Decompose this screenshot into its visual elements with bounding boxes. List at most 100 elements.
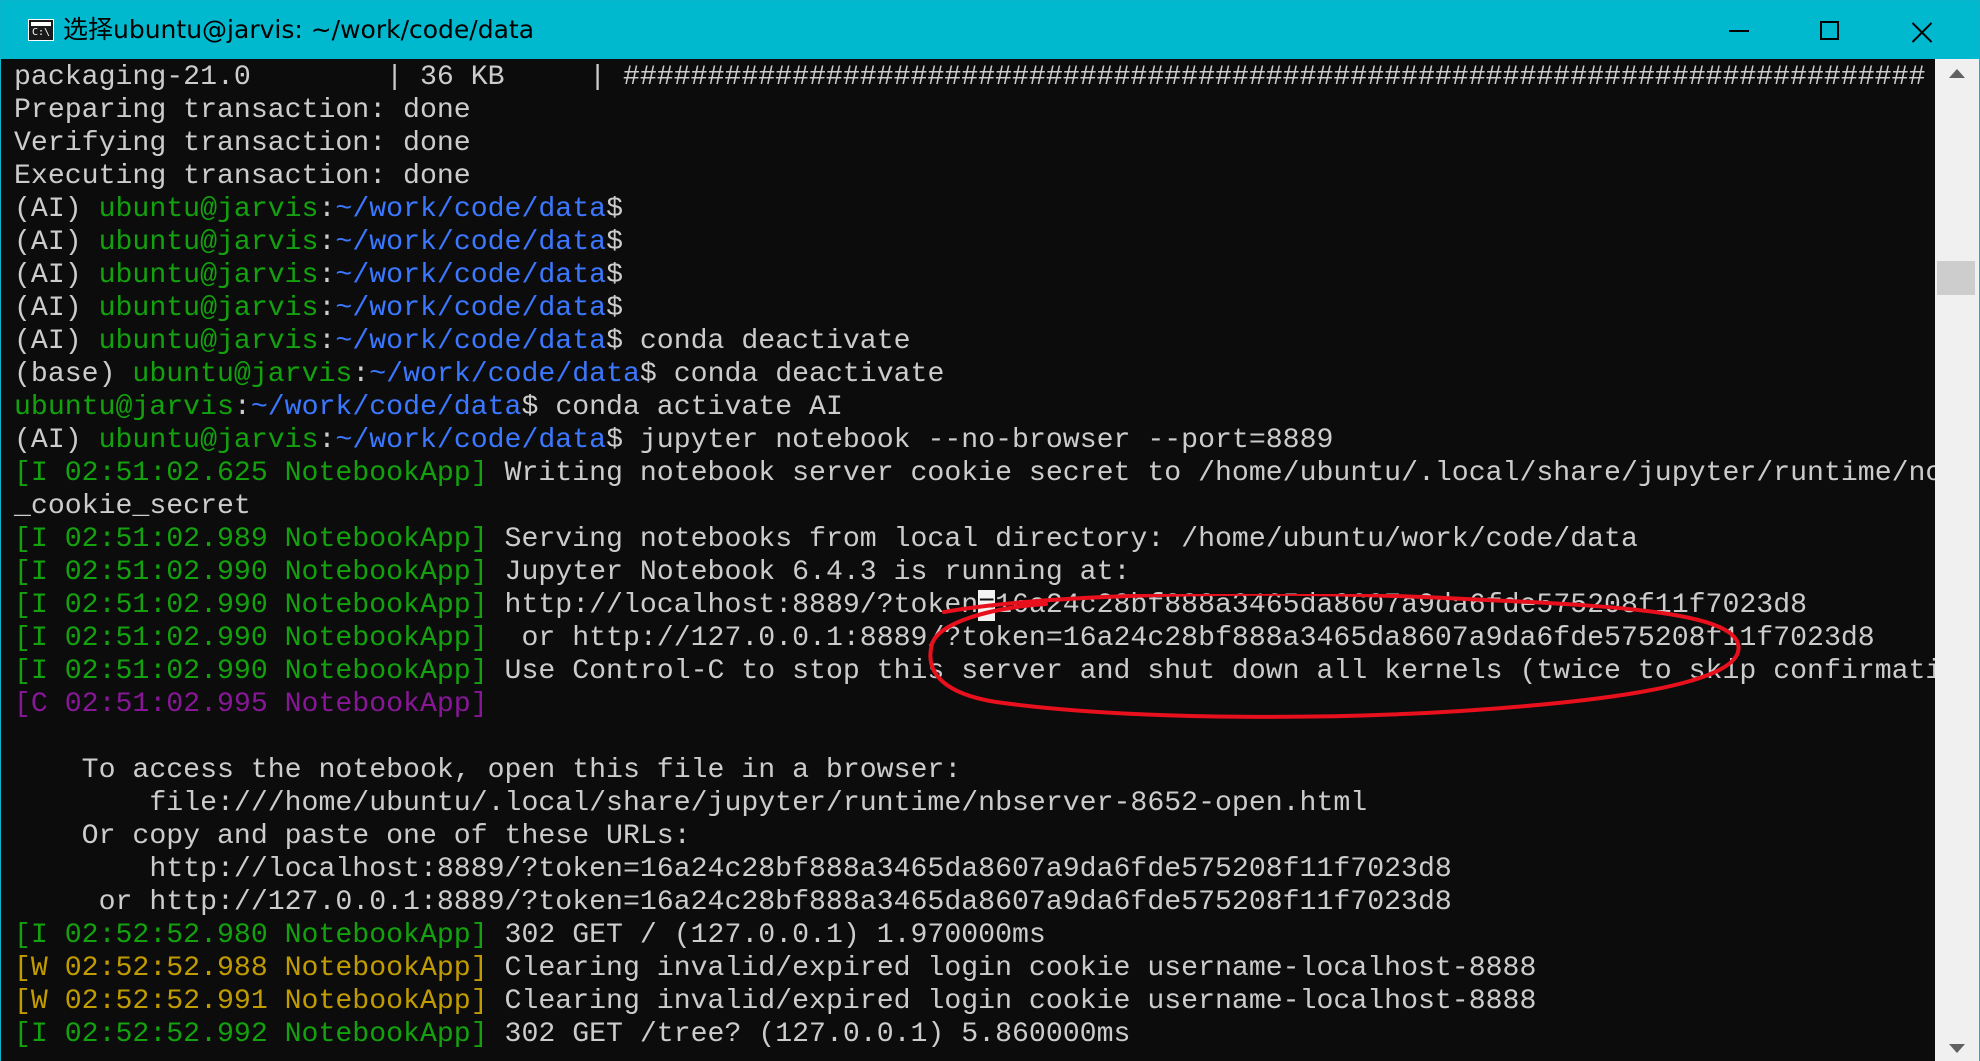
terminal-text: [W 02:52:52.988 NotebookApp] xyxy=(14,953,488,984)
close-button[interactable] xyxy=(1875,1,1967,59)
terminal-text: Clearing invalid/expired login cookie us… xyxy=(487,953,1537,984)
terminal-text: 16a24c28bf888a3465da8607a9da6fde575208f1… xyxy=(995,590,1808,621)
terminal-line: _cookie_secret xyxy=(14,490,1935,523)
terminal-text: 302 GET /tree? (127.0.0.1) 5.860000ms xyxy=(487,1019,1131,1050)
terminal-text: [W 02:52:52.991 NotebookApp] xyxy=(14,986,488,1017)
terminal-line: http://localhost:8889/?token=16a24c28bf8… xyxy=(14,853,1935,886)
scroll-up-arrow-icon[interactable] xyxy=(1949,69,1965,78)
terminal-text: (AI) xyxy=(14,260,99,291)
terminal-line: (AI) ubuntu@jarvis:~/work/code/data$ xyxy=(14,226,1935,259)
terminal-text: $ xyxy=(606,260,623,291)
terminal-line: ubuntu@jarvis:~/work/code/data$ conda ac… xyxy=(14,391,1935,424)
terminal-text: ubuntu@jarvis xyxy=(98,293,319,324)
maximize-button[interactable] xyxy=(1783,1,1875,59)
terminal-text: _cookie_secret xyxy=(14,491,251,522)
window-title: 选择ubuntu@jarvis: ~/work/code/data xyxy=(63,15,535,44)
terminal-text: ~/work/code/data xyxy=(335,293,607,324)
terminal-text: : xyxy=(318,425,336,456)
scroll-thumb[interactable] xyxy=(1937,261,1975,295)
terminal-text: file:///home/ubuntu/.local/share/jupyter… xyxy=(14,788,1368,819)
terminal-text: ubuntu@jarvis xyxy=(98,425,319,456)
title-bar[interactable]: C:\ 选择ubuntu@jarvis: ~/work/code/data xyxy=(1,1,1979,59)
terminal-text: (AI) xyxy=(14,227,99,258)
terminal-text: ubuntu@jarvis xyxy=(98,194,319,225)
minimize-button[interactable] xyxy=(1691,1,1783,59)
terminal-text: 302 GET / (127.0.0.1) 1.970000ms xyxy=(487,920,1046,951)
terminal-window: C:\ 选择ubuntu@jarvis: ~/work/code/data pa… xyxy=(0,0,1980,1061)
terminal-text: : xyxy=(233,392,251,423)
terminal-line: [W 02:52:52.991 NotebookApp] Clearing in… xyxy=(14,985,1935,1018)
vertical-scrollbar[interactable] xyxy=(1935,59,1979,1061)
terminal-text: (AI) xyxy=(14,194,99,225)
terminal-text: ~/work/code/data xyxy=(335,260,607,291)
terminal-line: (AI) ubuntu@jarvis:~/work/code/data$ xyxy=(14,259,1935,292)
terminal-text: ~/work/code/data xyxy=(335,326,607,357)
terminal-text: Jupyter Notebook 6.4.3 is running at: xyxy=(487,557,1131,588)
terminal-text: $ xyxy=(606,194,623,225)
terminal-text: $ conda deactivate xyxy=(639,359,945,390)
terminal-line: [I 02:52:52.992 NotebookApp] 302 GET /tr… xyxy=(14,1018,1935,1051)
terminal-line: (AI) ubuntu@jarvis:~/work/code/data$ xyxy=(14,193,1935,226)
terminal-text: $ xyxy=(606,227,623,258)
terminal-text: : xyxy=(318,227,336,258)
terminal-text: $ conda deactivate xyxy=(606,326,911,357)
terminal-line: file:///home/ubuntu/.local/share/jupyter… xyxy=(14,787,1935,820)
terminal-text: Executing transaction: done xyxy=(14,161,471,192)
terminal-text: [I 02:51:02.990 NotebookApp] xyxy=(14,656,488,687)
terminal-text: : xyxy=(318,260,336,291)
terminal-output[interactable]: packaging-21.0 | 36 KB | ###############… xyxy=(1,59,1935,1061)
terminal-line: (base) ubuntu@jarvis:~/work/code/data$ c… xyxy=(14,358,1935,391)
terminal-text: Use Control-C to stop this server and sh… xyxy=(487,656,1935,687)
terminal-text: ~/work/code/data xyxy=(335,227,607,258)
terminal-text: http://localhost:8889/?token xyxy=(487,590,979,621)
terminal-text: $ xyxy=(606,293,623,324)
terminal-text: Clearing invalid/expired login cookie us… xyxy=(487,986,1537,1017)
terminal-text: $ conda activate AI xyxy=(521,392,843,423)
terminal-line: [I 02:51:02.990 NotebookApp] Jupyter Not… xyxy=(14,556,1935,589)
terminal-text: [C 02:51:02.995 NotebookApp] xyxy=(14,689,488,720)
terminal-text: ubuntu@jarvis xyxy=(98,326,319,357)
terminal-text: : xyxy=(318,194,336,225)
terminal-text: or http://127.0.0.1:8889/?token=16a24c28… xyxy=(14,887,1452,918)
minimize-icon xyxy=(1729,30,1749,32)
terminal-line: (AI) ubuntu@jarvis:~/work/code/data$ jup… xyxy=(14,424,1935,457)
terminal-line: To access the notebook, open this file i… xyxy=(14,754,1935,787)
terminal-line: Executing transaction: done xyxy=(14,160,1935,193)
terminal-text: ubuntu@jarvis xyxy=(98,227,319,258)
terminal-text: $ jupyter notebook --no-browser --port=8… xyxy=(606,425,1334,456)
text-cursor: = xyxy=(978,590,996,621)
terminal-text: (AI) xyxy=(14,326,99,357)
terminal-text: [I 02:51:02.990 NotebookApp] xyxy=(14,557,488,588)
terminal-text: (base) xyxy=(14,359,133,390)
terminal-line: packaging-21.0 | 36 KB | ###############… xyxy=(14,61,1935,94)
console-app-icon-label: C:\ xyxy=(32,27,51,38)
terminal-text: : xyxy=(318,326,336,357)
terminal-text: Preparing transaction: done xyxy=(14,95,471,126)
terminal-text: (AI) xyxy=(14,425,99,456)
terminal-text: [I 02:52:52.980 NotebookApp] xyxy=(14,920,488,951)
terminal-text: Or copy and paste one of these URLs: xyxy=(14,821,691,852)
terminal-text: http://localhost:8889/?token=16a24c28bf8… xyxy=(14,854,1452,885)
maximize-icon xyxy=(1820,21,1839,40)
terminal-text: (AI) xyxy=(14,293,99,324)
terminal-text: Verifying transaction: done xyxy=(14,128,471,159)
terminal-text: [I 02:51:02.989 NotebookApp] xyxy=(14,524,488,555)
terminal-lines: packaging-21.0 | 36 KB | ###############… xyxy=(14,61,1935,1051)
terminal-line: [C 02:51:02.995 NotebookApp] xyxy=(14,688,1935,721)
console-app-icon[interactable]: C:\ xyxy=(28,19,54,41)
terminal-text: Serving notebooks from local directory: … xyxy=(487,524,1638,555)
terminal-text: To access the notebook, open this file i… xyxy=(14,755,962,786)
terminal-line: [I 02:51:02.990 NotebookApp] or http://1… xyxy=(14,622,1935,655)
terminal-text: Writing notebook server cookie secret to… xyxy=(487,458,1935,489)
terminal-text: ubuntu@jarvis xyxy=(14,392,234,423)
terminal-text: ~/work/code/data xyxy=(335,425,607,456)
terminal-line: Preparing transaction: done xyxy=(14,94,1935,127)
terminal-text: : xyxy=(352,359,370,390)
terminal-text: packaging-21.0 | 36 KB | ###############… xyxy=(14,62,1935,93)
terminal-text: ~/work/code/data xyxy=(250,392,522,423)
terminal-line: [W 02:52:52.988 NotebookApp] Clearing in… xyxy=(14,952,1935,985)
terminal-text: : xyxy=(318,293,336,324)
scroll-down-arrow-icon[interactable] xyxy=(1949,1044,1965,1053)
terminal-line: Verifying transaction: done xyxy=(14,127,1935,160)
